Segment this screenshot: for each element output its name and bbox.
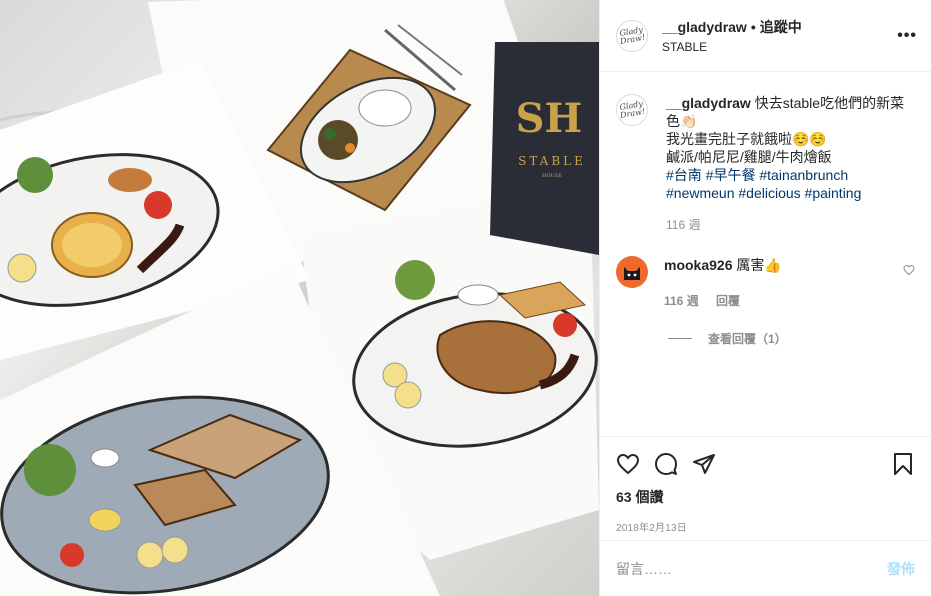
author-username[interactable]: __gladydraw — [662, 19, 747, 35]
replies-divider-line — [668, 338, 692, 339]
hashtag-link[interactable]: #tainanbrunch — [759, 167, 848, 183]
comment-input[interactable] — [616, 560, 887, 577]
post-sidebar: Glady Draw! __gladydraw • 追蹤中 STABLE •••… — [599, 0, 931, 596]
author-avatar[interactable]: Glady Draw! — [616, 19, 648, 52]
location-link[interactable]: STABLE — [662, 40, 897, 54]
more-options-icon[interactable]: ••• — [897, 27, 917, 45]
view-replies-label: 查看回覆（1） — [708, 332, 787, 346]
view-replies-button[interactable]: 查看回覆（1） — [668, 330, 915, 347]
comment-like-heart-icon[interactable] — [903, 264, 915, 276]
post-header: Glady Draw! __gladydraw • 追蹤中 STABLE ••• — [600, 0, 931, 72]
post-caption: Glady Draw! __gladydraw 快去stable吃他們的新菜色👏… — [616, 94, 915, 234]
hashtag-link[interactable]: #早午餐 — [706, 167, 756, 183]
svg-text:HOUSE: HOUSE — [542, 173, 562, 179]
hashtag-link[interactable]: #painting — [805, 185, 862, 201]
caption-line-3: 鹹派/帕尼尼/雞腿/牛肉燴飯 — [666, 149, 832, 165]
hashtag-link[interactable]: #delicious — [738, 185, 800, 201]
instagram-post: SH STABLE HOUSE Glady Draw! __gladydraw … — [0, 0, 931, 596]
cat-face-icon — [624, 267, 640, 280]
comment-bubble-icon[interactable] — [654, 452, 678, 476]
stable-logo-text: STABLE — [518, 154, 586, 168]
caption-username[interactable]: __gladydraw — [666, 95, 751, 111]
hashtag-link[interactable]: #newmeun — [666, 185, 735, 201]
svg-text:SH: SH — [516, 95, 583, 142]
following-button[interactable]: 追蹤中 — [760, 17, 802, 37]
post-comment-button[interactable]: 發佈 — [887, 559, 915, 579]
caption-author-avatar[interactable]: Glady Draw! — [616, 94, 648, 126]
reply-button[interactable]: 回覆 — [716, 294, 740, 308]
stable-card — [490, 42, 599, 255]
post-actions: 63 個讚 2018年2月13日 — [600, 436, 931, 540]
comment-timestamp[interactable]: 116 週 — [664, 294, 699, 308]
caption-timestamp[interactable]: 116 週 — [666, 216, 915, 234]
save-bookmark-icon[interactable] — [891, 452, 915, 476]
likes-count[interactable]: 63 個讚 — [616, 487, 915, 507]
comment-text: 厲害👍 — [736, 257, 782, 273]
hashtag-link[interactable]: #台南 — [666, 167, 702, 183]
share-paper-plane-icon[interactable] — [692, 452, 716, 476]
comments-section: Glady Draw! __gladydraw 快去stable吃他們的新菜色👏… — [600, 72, 931, 436]
food-illustration-artwork: SH STABLE HOUSE — [0, 0, 599, 596]
add-comment-bar: 發佈 — [600, 540, 931, 596]
commenter-avatar[interactable] — [616, 256, 648, 288]
caption-line-2: 我光畫完肚子就餓啦☺️☺️ — [666, 131, 827, 147]
separator-dot: • — [750, 19, 756, 35]
post-image[interactable]: SH STABLE HOUSE — [0, 0, 599, 596]
comment-item: mooka926 厲害👍 116 週 回覆 — [616, 256, 915, 310]
commenter-username[interactable]: mooka926 — [664, 257, 732, 273]
post-date[interactable]: 2018年2月13日 — [616, 519, 915, 534]
like-heart-icon[interactable] — [616, 452, 640, 476]
